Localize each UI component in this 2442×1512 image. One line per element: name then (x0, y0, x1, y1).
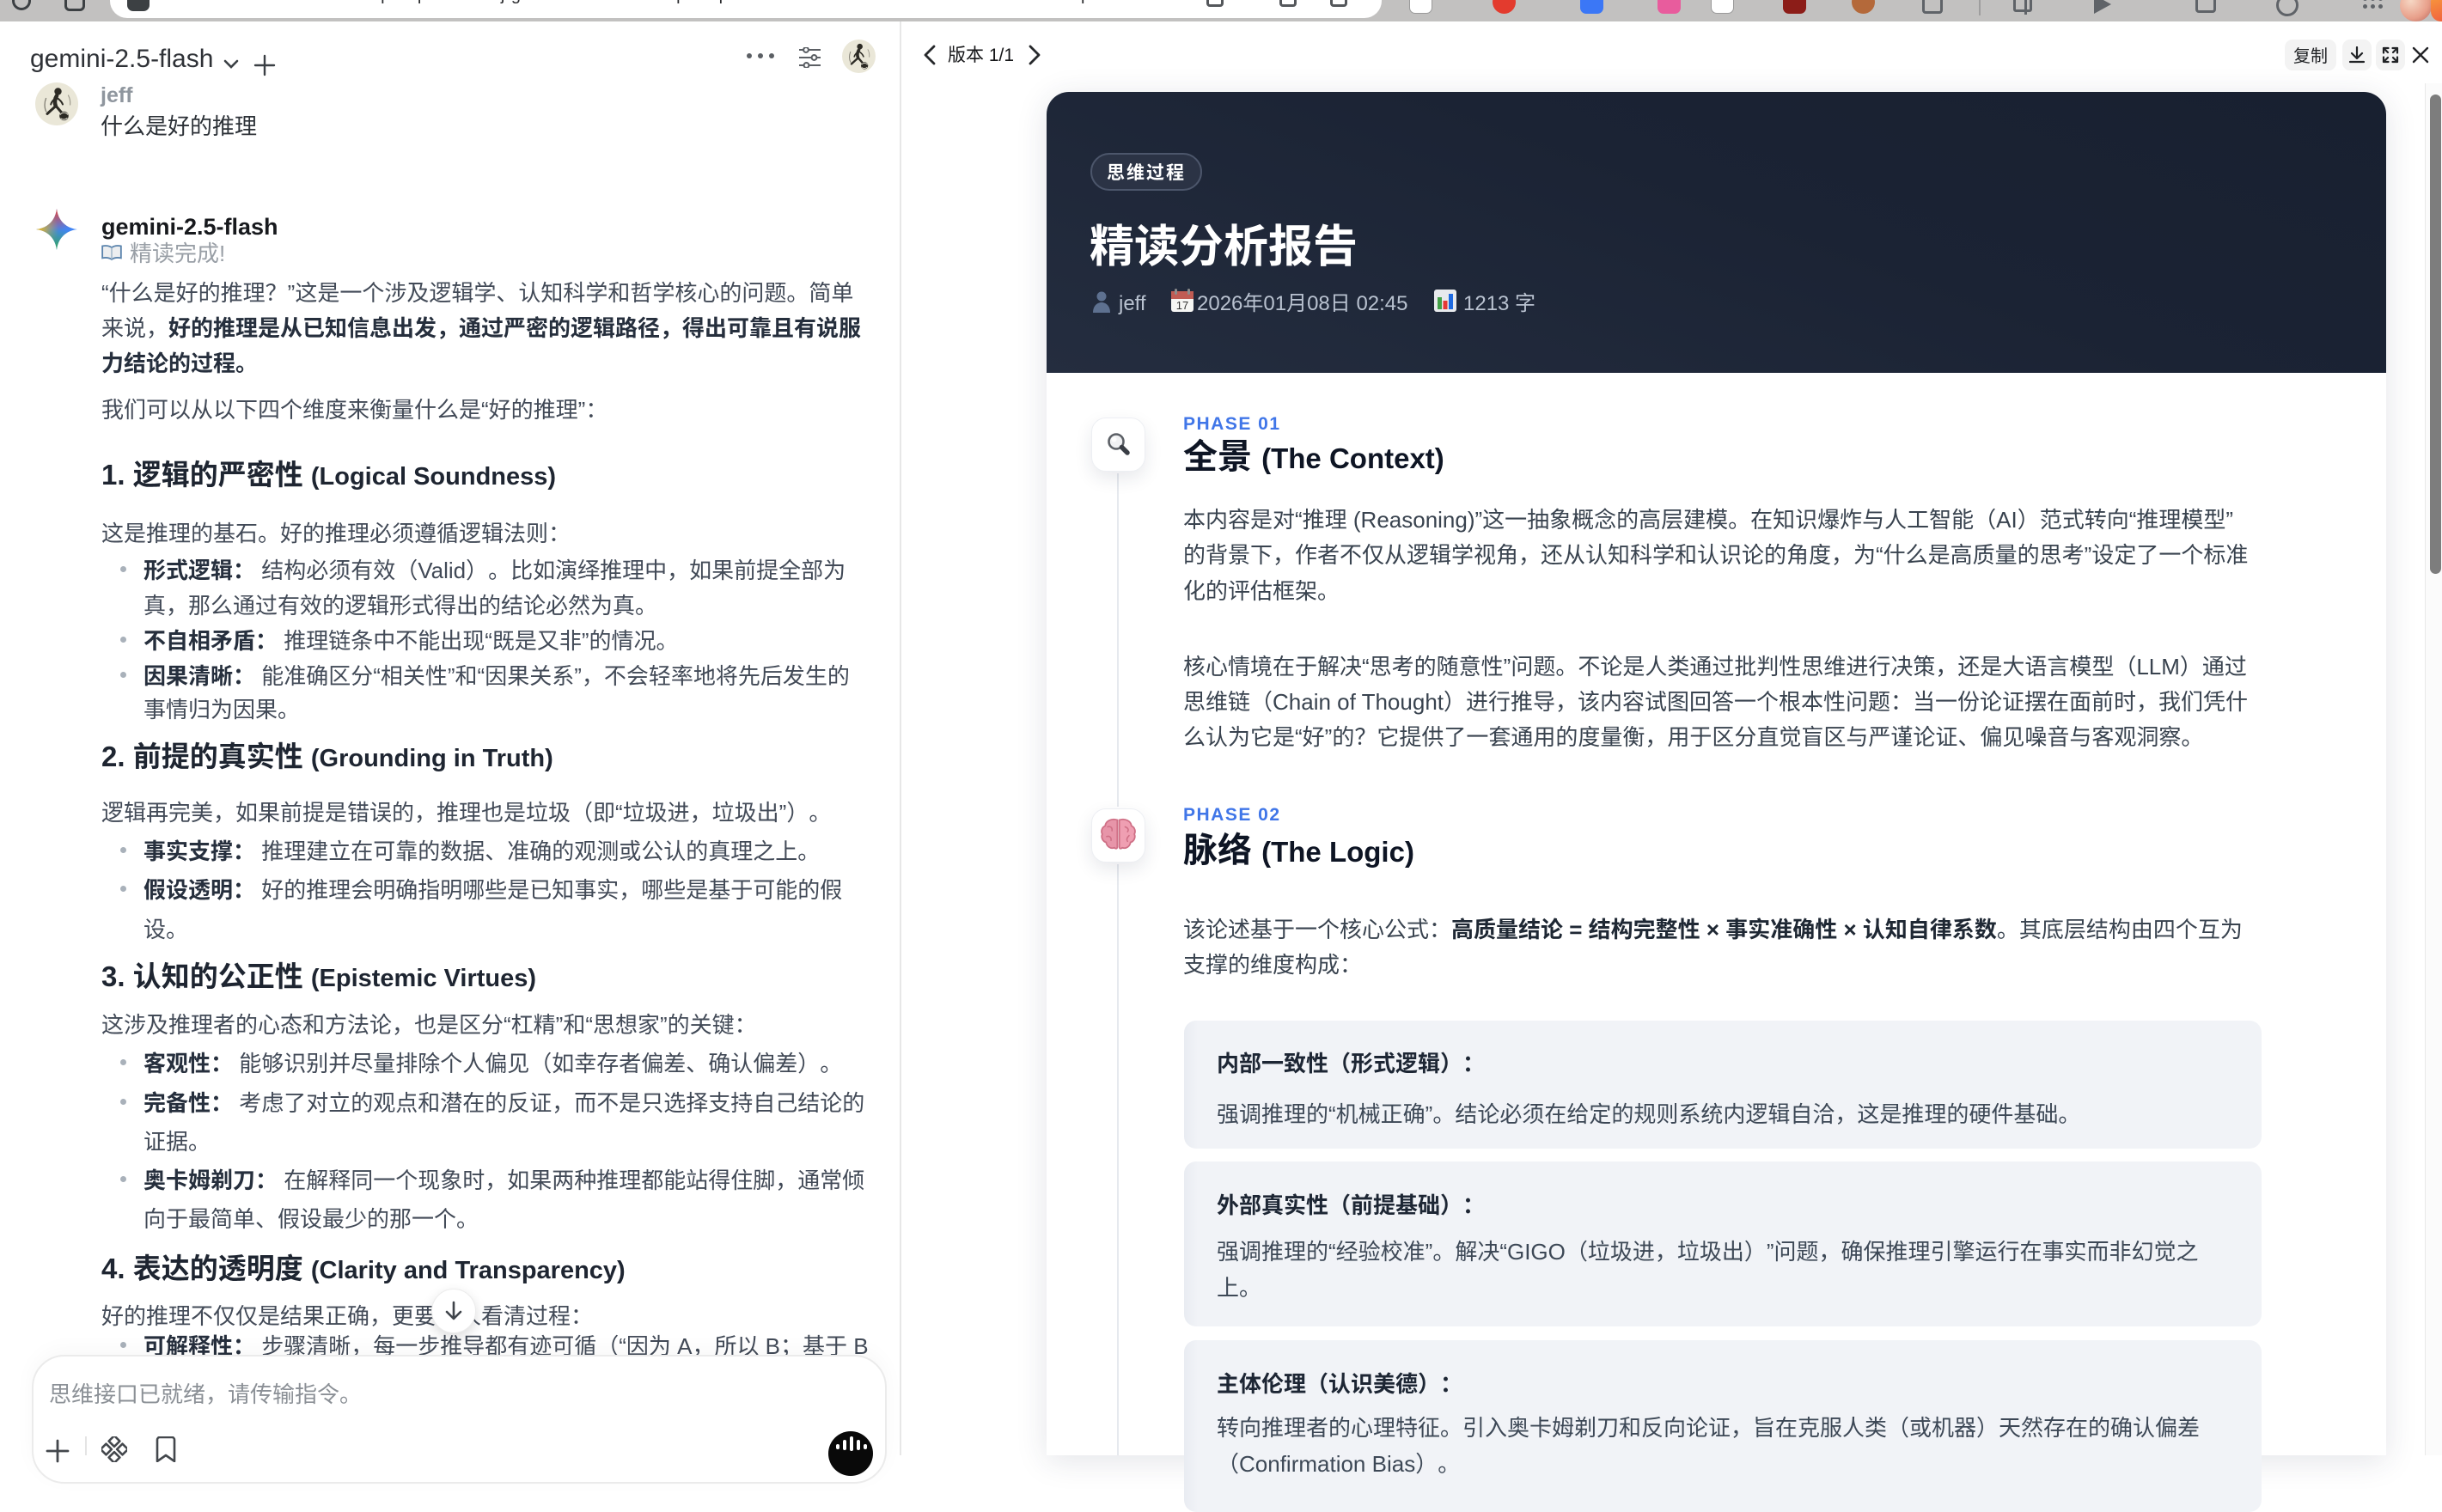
svg-text:17: 17 (1176, 299, 1188, 312)
